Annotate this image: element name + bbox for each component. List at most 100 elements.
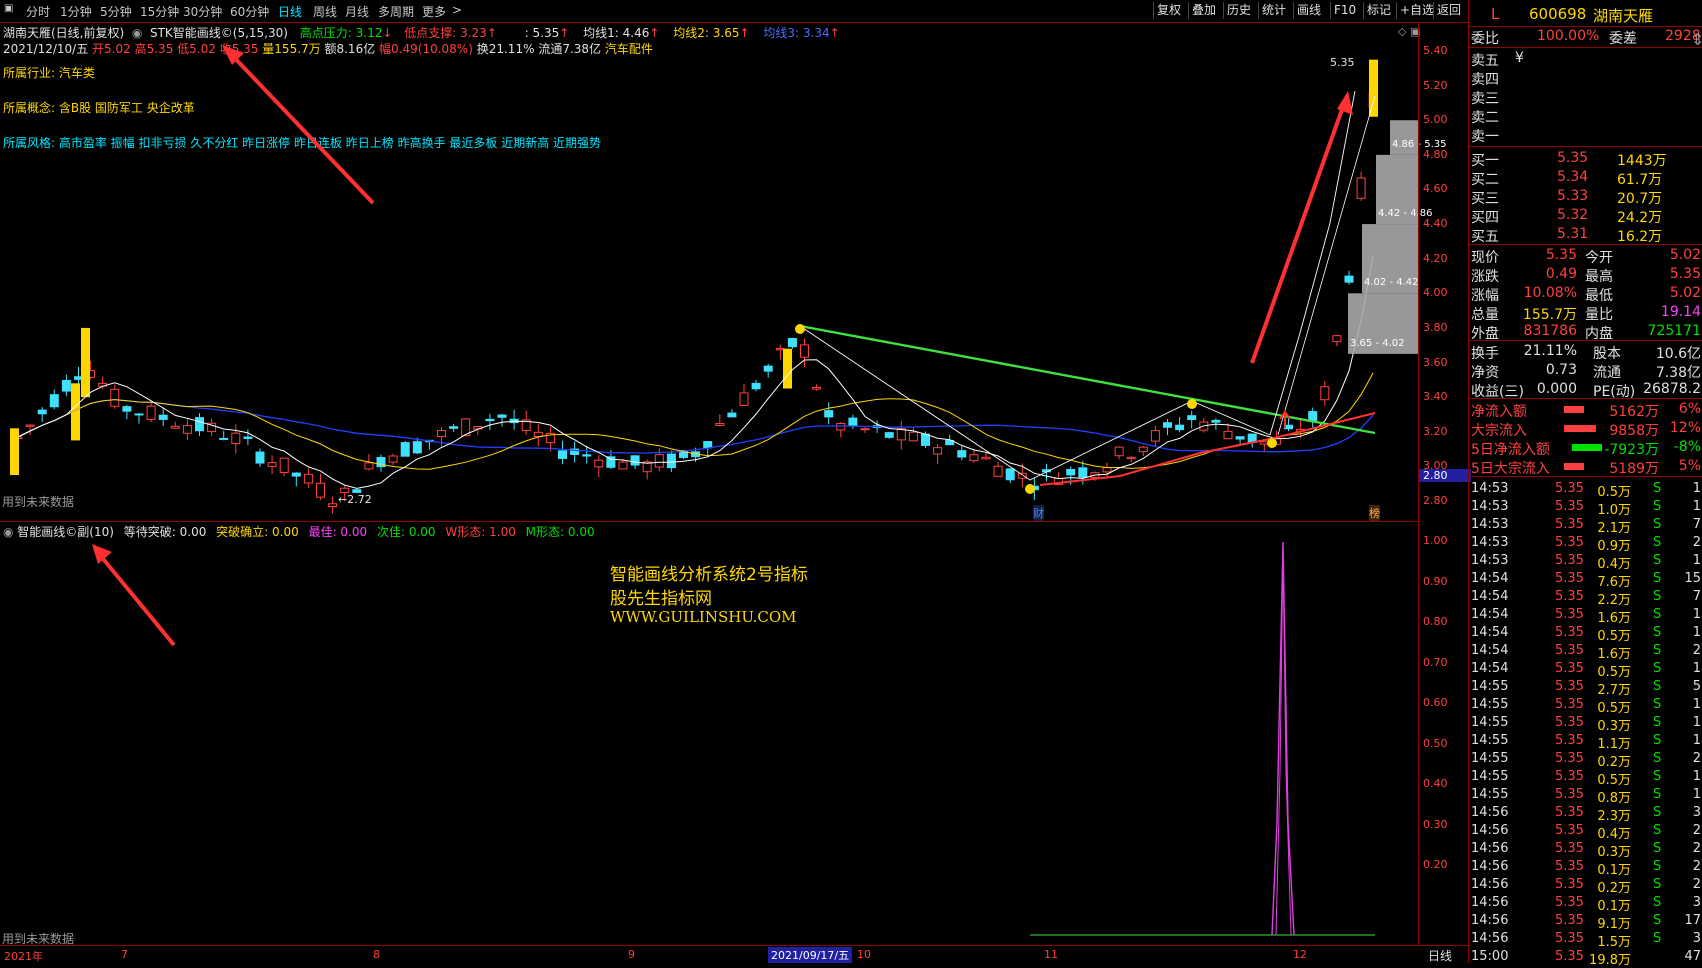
- tick-row: 14:55 5.35 0.2万 S 2: [1471, 751, 1701, 770]
- candle: [1308, 411, 1318, 422]
- candle: [1187, 415, 1197, 421]
- candle: [1138, 446, 1148, 453]
- sell-level-4[interactable]: 卖四: [1469, 69, 1702, 88]
- tick-row: 14:54 5.35 0.5万 S 1: [1471, 625, 1701, 644]
- date-tick: 7: [121, 948, 128, 961]
- sell-level-1[interactable]: 卖一: [1469, 126, 1702, 145]
- sell-level-2[interactable]: 卖二: [1469, 107, 1702, 126]
- buy-level-1[interactable]: 买一 5.35 1443万: [1469, 150, 1702, 169]
- limit-up-candle: [1369, 59, 1378, 117]
- toolbar-button-6[interactable]: 标记: [1363, 2, 1394, 19]
- indicator-tick: 0.30: [1423, 817, 1448, 831]
- candle: [134, 413, 144, 416]
- candle: [908, 431, 918, 442]
- price-tick: 3.80: [1423, 320, 1448, 334]
- tick-row: 14:54 5.35 2.2万 S 7: [1471, 589, 1701, 608]
- buy-level-2[interactable]: 买二 5.34 61.7万: [1469, 169, 1702, 188]
- indicator-tick: 0.20: [1423, 858, 1448, 871]
- candle: [243, 436, 253, 439]
- buy-level-3[interactable]: 买三 5.33 20.7万: [1469, 188, 1702, 207]
- billboard-badge[interactable]: 榜: [1369, 505, 1380, 521]
- high-price-mark: 5.35: [1330, 56, 1355, 69]
- price-tick: 5.00: [1423, 113, 1448, 127]
- candle: [594, 459, 604, 468]
- date-tick: 8: [373, 948, 380, 961]
- currency-icon: ¥: [1515, 50, 1524, 66]
- period-tab-3[interactable]: 15分钟: [140, 3, 179, 20]
- sell-level-5[interactable]: 卖五 ¥: [1469, 50, 1702, 69]
- candle: [1344, 275, 1354, 283]
- breakout-line: [1269, 90, 1356, 436]
- candle: [182, 425, 192, 434]
- date-tick: 10: [857, 948, 871, 961]
- flow-bar: [1564, 406, 1584, 413]
- price-tick: 5.40: [1423, 44, 1448, 57]
- toolbar-button-7[interactable]: +自选: [1396, 2, 1437, 19]
- limit-up-candle: [81, 327, 90, 398]
- toolbar-button-5[interactable]: F10: [1330, 2, 1359, 19]
- candle: [921, 433, 930, 446]
- toolbar-button-1[interactable]: 叠加: [1188, 2, 1219, 19]
- tick-row: 14:53 5.35 2.1万 S 7: [1471, 517, 1701, 536]
- period-tab-10[interactable]: 更多: [422, 3, 446, 20]
- buy-level-4[interactable]: 买四 5.32 24.2万: [1469, 207, 1702, 226]
- candle: [582, 454, 592, 457]
- menu-icon[interactable]: ▣: [4, 3, 13, 14]
- capital-flow-row: 5日大宗流入 5189万 5%: [1471, 458, 1701, 477]
- candle: [364, 462, 374, 470]
- annotation-arrow: [226, 49, 375, 205]
- candle: [1078, 467, 1088, 478]
- tick-row: 14:54 5.35 7.6万 S 15: [1471, 571, 1701, 590]
- sub-indicator-chart[interactable]: ◉ 智能画线©副(10) 等待突破: 0.00 突破确立: 0.00 最佳: 0…: [0, 521, 1418, 946]
- candle: [727, 412, 737, 418]
- tick-row: 14:56 5.35 0.2万 S 2: [1471, 877, 1701, 896]
- candle: [388, 455, 398, 463]
- main-kline-chart[interactable]: 湖南天雁(日线,前复权) ◉ STK智能画线©(5,15,30) 高点压力: 3…: [0, 23, 1447, 521]
- candle: [49, 394, 59, 408]
- period-tab-0[interactable]: 分时: [26, 3, 50, 20]
- quote-stat-row: 涨幅 10.08% 最低 5.02: [1471, 285, 1701, 304]
- buy-level-5[interactable]: 买五 5.31 16.2万: [1469, 226, 1702, 245]
- date-tick: 11: [1044, 948, 1058, 961]
- candle: [195, 417, 204, 432]
- candle: [279, 457, 289, 473]
- period-tab-1[interactable]: 1分钟: [60, 3, 92, 20]
- range-box-label: 4.02 - 4.42: [1364, 277, 1419, 289]
- price-tick: 3.20: [1423, 424, 1448, 438]
- candle: [231, 432, 241, 444]
- flow-bar: [1572, 444, 1602, 451]
- tick-row: 14:53 5.35 0.5万 S 1: [1471, 481, 1701, 500]
- toolbar-button-4[interactable]: 画线: [1293, 2, 1324, 19]
- period-tab-5[interactable]: 60分钟: [230, 3, 269, 20]
- tick-row: 14:56 5.35 0.3万 S 2: [1471, 841, 1701, 860]
- quote-panel: L 600698 湖南天雁 委比 100.00% 委差 2928 ⇕ 卖五 ¥ 卖四…: [1468, 0, 1702, 968]
- price-tick: 4.20: [1423, 251, 1448, 265]
- candle: [606, 456, 616, 468]
- period-tab-8[interactable]: 月线: [345, 3, 369, 20]
- toolbar-button-8[interactable]: 返回: [1433, 2, 1464, 19]
- candle: [666, 453, 676, 469]
- candle: [37, 409, 47, 415]
- toolbar-button-3[interactable]: 统计: [1258, 2, 1289, 19]
- period-tab-9[interactable]: 多周期: [378, 3, 414, 20]
- finance-badge[interactable]: 财: [1033, 505, 1044, 521]
- candle: [715, 422, 725, 426]
- tick-row: 14:56 5.35 0.1万 S 3: [1471, 895, 1701, 914]
- candle: [1126, 456, 1136, 460]
- current-price-tag: 2.80: [1419, 469, 1471, 482]
- flow-bar: [1564, 463, 1584, 470]
- peak-marker: [795, 324, 805, 334]
- period-tab-6[interactable]: 日线: [278, 3, 302, 20]
- candle: [316, 482, 325, 498]
- price-axis: 5.40 5.20 5.00 4.80 4.60 4.40 4.20 4.00 3.80 3.60…: [1418, 23, 1471, 945]
- toolbar-button-0[interactable]: 复权: [1153, 2, 1184, 19]
- period-tab-2[interactable]: 5分钟: [100, 3, 132, 20]
- toolbar-button-2[interactable]: 历史: [1223, 2, 1254, 19]
- sell-level-3[interactable]: 卖三: [1469, 88, 1702, 107]
- low-price-mark: ←2.72: [338, 493, 372, 506]
- period-tab-4[interactable]: 30分钟: [183, 3, 222, 20]
- candle: [739, 392, 749, 406]
- candle: [763, 365, 773, 372]
- period-tab-7[interactable]: 周线: [313, 3, 337, 20]
- chevron-right-icon[interactable]: >: [452, 3, 462, 17]
